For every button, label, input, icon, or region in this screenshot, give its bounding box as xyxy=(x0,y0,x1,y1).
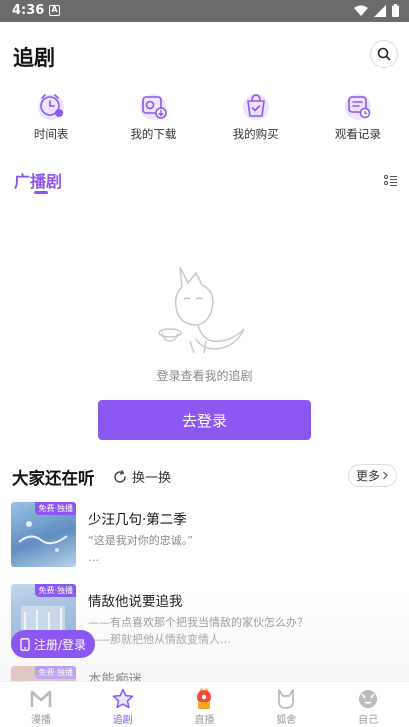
search-icon xyxy=(377,47,391,61)
tab-label: 漫播 xyxy=(30,715,51,726)
badge-free-exclusive: 免费·独播 xyxy=(35,666,76,679)
purchase-bag-icon xyxy=(242,94,269,120)
empty-state-message: 登录查看我的追剧 xyxy=(156,369,253,383)
download-icon xyxy=(140,94,168,120)
quick-item-label: 观看记录 xyxy=(334,127,381,141)
status-icons xyxy=(354,4,399,17)
chevron-right-icon xyxy=(383,471,388,480)
tab-fox-house[interactable]: 狐舍 xyxy=(245,682,327,727)
tab-label: 自己 xyxy=(358,715,379,726)
search-button[interactable] xyxy=(370,40,398,68)
status-bar: 4:36 A xyxy=(0,0,409,22)
badge-free-exclusive: 免费·独播 xyxy=(35,584,76,597)
login-button[interactable]: 去登录 xyxy=(98,400,311,440)
quick-item-label: 时间表 xyxy=(33,127,69,141)
profile-avatar-icon xyxy=(359,690,378,708)
refresh-button[interactable]: 换一换 xyxy=(113,467,171,486)
history-icon xyxy=(344,94,371,120)
signal-icon xyxy=(374,4,386,17)
item-title: 情敌他说要追我 xyxy=(88,594,183,610)
refresh-label: 换一换 xyxy=(132,471,172,486)
quick-item-purchases[interactable]: 我的购买 xyxy=(205,90,307,145)
item-title: 本能痴迷 xyxy=(88,672,142,682)
list-item[interactable]: 免费·独播 少汪几句·第二季 “这是我对你的忠诚。” … xyxy=(0,502,409,574)
item-desc: ——有点喜欢那个把我当情敌的家伙怎么办？ ——那就把他从情敌变情人… xyxy=(88,616,308,646)
tab-underline xyxy=(34,191,48,194)
tab-label: 追剧 xyxy=(112,715,133,726)
star-icon xyxy=(112,688,133,709)
battery-icon xyxy=(392,4,399,17)
tab-me[interactable]: 自己 xyxy=(327,682,409,727)
list-item[interactable]: 免费·独播 本能痴迷 xyxy=(0,666,409,682)
status-time: 4:36 xyxy=(12,3,45,18)
live-broadcast-icon xyxy=(197,688,212,709)
register-login-button[interactable]: 注册/登录 xyxy=(11,630,95,658)
register-login-label: 注册/登录 xyxy=(33,637,87,652)
page-header: 追剧 xyxy=(0,22,409,88)
cover-image: 免费·独播 xyxy=(11,666,76,682)
recommend-header: 大家还在听 换一换 更多 xyxy=(0,458,409,492)
bottom-tab-bar: 漫播 追剧 直播 狐舍 自己 xyxy=(0,681,409,727)
tab-label: 狐舍 xyxy=(276,715,297,726)
more-button[interactable]: 更多 xyxy=(348,464,397,487)
quick-item-downloads[interactable]: 我的下载 xyxy=(102,90,204,145)
notification-icon: A xyxy=(49,5,60,16)
more-label: 更多 xyxy=(355,469,380,483)
section-title: 大家还在听 xyxy=(12,469,95,488)
quick-item-label: 我的下载 xyxy=(130,127,177,141)
item-desc: “这是我对你的忠诚。” … xyxy=(88,534,193,564)
quick-item-schedule[interactable]: 时间表 xyxy=(0,90,102,145)
manbo-logo-icon xyxy=(30,690,52,707)
refresh-icon xyxy=(114,469,126,483)
phone-icon xyxy=(20,637,30,651)
tab-manbo[interactable]: 漫播 xyxy=(0,682,82,727)
tab-label: 直播 xyxy=(194,715,215,726)
fox-empty-illustration xyxy=(158,266,245,354)
tab-live[interactable]: 直播 xyxy=(164,682,246,727)
badge-free-exclusive: 免费·独播 xyxy=(35,502,76,515)
tab-radio-drama[interactable]: 广播剧 xyxy=(14,168,62,192)
list-manage-icon[interactable] xyxy=(384,174,398,188)
wifi-icon xyxy=(354,5,368,16)
alarm-clock-icon xyxy=(38,94,65,120)
fox-house-icon xyxy=(278,689,295,709)
item-title: 少汪几句·第二季 xyxy=(88,512,187,528)
quick-item-label: 我的购买 xyxy=(232,127,279,141)
cover-image: 免费·独播 xyxy=(11,502,76,567)
page-title: 追剧 xyxy=(13,46,55,70)
quick-actions: 时间表 我的下载 我的购买 观看记录 xyxy=(0,90,409,145)
quick-item-history[interactable]: 观看记录 xyxy=(307,90,409,145)
tab-zhuiju[interactable]: 追剧 xyxy=(82,682,164,727)
